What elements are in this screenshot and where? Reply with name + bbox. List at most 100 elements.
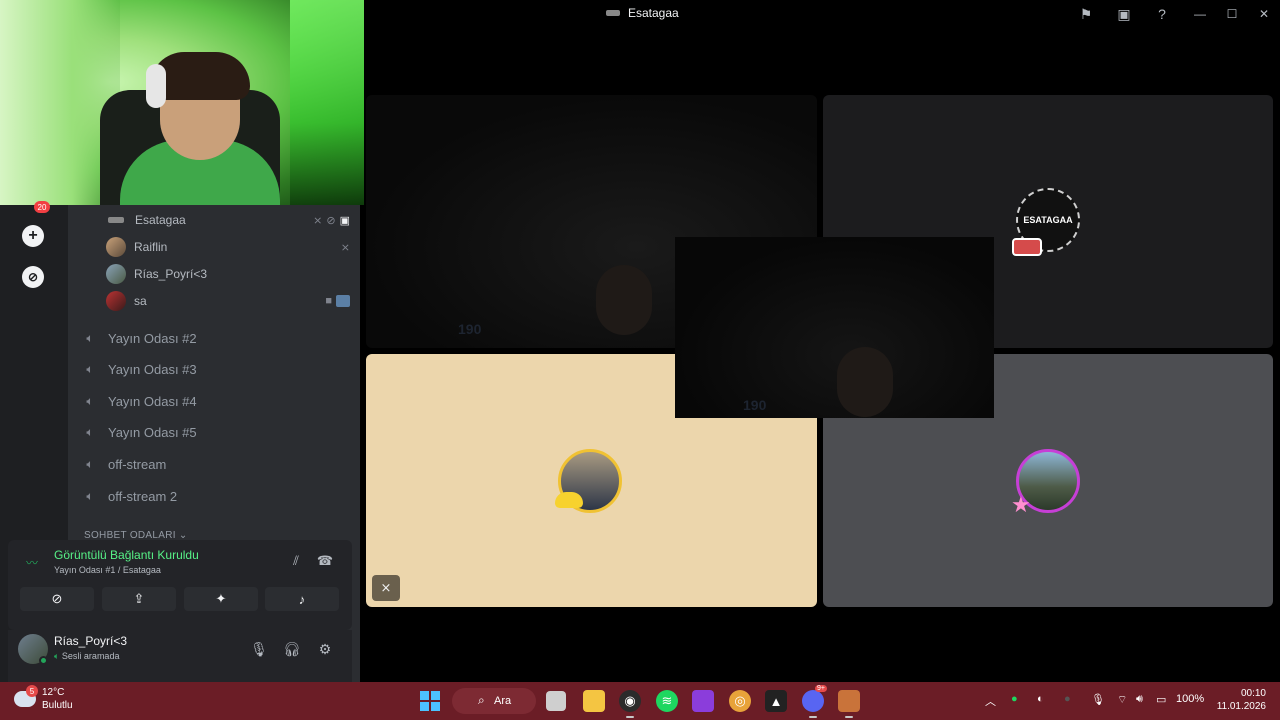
clock-date: 11.01.2026 — [1216, 701, 1266, 712]
speaker-icon: 🔈︎ — [86, 456, 94, 471]
avatar — [106, 291, 126, 311]
window-title: Esatagaa — [606, 6, 679, 20]
disconnect-icon[interactable]: ☎ — [315, 553, 335, 569]
search-box[interactable]: ⌕ Ara — [452, 688, 536, 714]
speaker-icon: 🔈︎ — [86, 424, 94, 439]
active-indicator — [626, 716, 634, 718]
speaker-icon: 🔈︎ — [86, 361, 94, 376]
stream-video — [596, 265, 652, 335]
battery-percent: 100% — [1176, 693, 1205, 705]
weather-desc: Bulutlu — [42, 700, 73, 711]
maximize-button[interactable]: ☐ — [1216, 0, 1248, 28]
stream-video — [837, 347, 893, 417]
clock-time: 00:10 — [1240, 688, 1266, 699]
channel-yayin-odasi-4[interactable]: 🔈︎ Yayın Odası #4 — [82, 387, 352, 415]
flag-icon[interactable]: ⚑ — [1076, 4, 1096, 24]
activities-button[interactable]: ✦ — [184, 587, 258, 611]
connection-location[interactable]: Yayın Odası #1 / Esatagaa — [54, 565, 161, 575]
voice-user-esatagaa[interactable]: Esatagaa ⨯ ⊘ ▣ — [106, 209, 350, 231]
active-indicator — [809, 716, 817, 718]
screen-share-button[interactable]: ⇪ — [102, 587, 176, 611]
banana-decoration-icon — [555, 492, 583, 508]
wifi-icon[interactable]: ⌔ — [1117, 693, 1127, 707]
channel-name: Yayın Odası #5 — [108, 424, 197, 440]
discord-window: Esatagaa ⚑ ▣ ? — ☐ ✕ 20 + ⊘ Esatagaa ⨯ ⊘ — [0, 0, 1280, 682]
channel-name: Yayın Odası #2 — [108, 330, 197, 346]
avatar — [106, 237, 126, 257]
stream-overlay-text: 190 — [458, 321, 482, 337]
avatar — [106, 264, 126, 284]
clock[interactable]: 00:10 11.01.2026 — [1217, 687, 1266, 713]
sidebar: 20 + ⊘ Esatagaa ⨯ ⊘ ▣ Raiflin ⨯ Rías_Poy… — [0, 201, 360, 682]
game-app-icon[interactable] — [838, 690, 860, 712]
avatar: ESATAGAA — [1012, 188, 1080, 256]
epic-games-icon[interactable]: ▲ — [765, 690, 787, 712]
channel-yayin-odasi-3[interactable]: 🔈︎ Yayın Odası #3 — [82, 355, 352, 383]
volume-icon[interactable]: 🔊︎ — [1136, 693, 1143, 706]
channel-off-stream-2[interactable]: 🔈︎ off-stream 2 — [82, 482, 352, 510]
obs-icon[interactable]: ◉ — [619, 690, 641, 712]
webcam-overlay — [0, 0, 364, 205]
window-title-text: Esatagaa — [628, 6, 679, 20]
avatar: ★ — [1011, 449, 1080, 517]
inbox-icon[interactable]: ▣ — [1114, 4, 1134, 24]
picture-in-picture-stream[interactable]: 190 — [675, 237, 994, 418]
close-button[interactable]: ✕ — [1248, 0, 1280, 28]
voice-user-name: Rías_Poyrí<3 — [134, 267, 208, 281]
windows-icon — [420, 691, 440, 711]
voice-user-name: Raiflin — [134, 240, 168, 254]
steam-tray-icon[interactable]: ◐ — [1037, 693, 1044, 705]
microphone-icon[interactable]: 🎙︎ — [248, 638, 270, 660]
voice-user-sa[interactable]: sa ■ — [106, 290, 350, 312]
speaker-icon: 🔈︎ — [86, 393, 94, 408]
help-icon[interactable]: ? — [1152, 4, 1172, 24]
active-indicator — [845, 716, 853, 718]
minimize-button[interactable]: — — [1184, 0, 1216, 28]
spotify-icon[interactable]: ≋ — [656, 690, 678, 712]
file-explorer-icon[interactable] — [583, 690, 605, 712]
microphone-tray-icon[interactable]: 🎙︎ — [1091, 693, 1105, 706]
avatar — [555, 449, 622, 513]
voice-status-icon: 🔈︎ — [54, 651, 60, 661]
settings-gear-icon[interactable]: ⚙ — [314, 638, 336, 660]
discord-icon[interactable]: 9+ — [802, 685, 827, 712]
channel-name: Yayın Odası #3 — [108, 361, 197, 377]
channel-yayin-odasi-5[interactable]: 🔈︎ Yayın Odası #5 — [82, 418, 352, 446]
user-name[interactable]: Rías_Poyrí<3 — [54, 634, 127, 648]
spotify-tray-icon[interactable]: ● — [1011, 693, 1018, 705]
soundboard-button[interactable]: ♪ — [265, 587, 339, 611]
voice-user-name: Esatagaa — [135, 213, 186, 227]
voice-user-name: sa — [134, 294, 147, 308]
explore-servers-button[interactable]: ⊘ — [22, 266, 44, 288]
star-decoration-icon: ★ — [1011, 492, 1031, 517]
noise-suppression-icon[interactable]: ⫽ — [286, 553, 306, 569]
speaker-icon: 🔈︎ — [86, 488, 94, 503]
headphones-icon[interactable]: 🎧︎ — [281, 638, 303, 660]
connection-status[interactable]: Görüntülü Bağlantı Kuruldu — [54, 548, 199, 562]
deafen-icon: ⊘ — [326, 214, 336, 227]
mute-icon: ⨯ — [372, 575, 400, 601]
avatar-text: ESATAGAA — [1023, 215, 1073, 225]
voice-user-raiflin[interactable]: Raiflin ⨯ — [106, 236, 350, 258]
camera-toggle-button[interactable]: ⊘ — [20, 587, 94, 611]
channel-yayin-odasi-2[interactable]: 🔈︎ Yayın Odası #2 — [82, 324, 352, 352]
chevron-up-icon[interactable]: ︿ — [985, 693, 996, 709]
discord-badge: 9+ — [815, 685, 827, 692]
task-view-icon[interactable] — [546, 691, 566, 711]
server-logo-icon — [606, 10, 620, 16]
stream-logo-icon — [108, 217, 124, 223]
add-server-button[interactable]: + — [22, 225, 44, 247]
voice-user-rias[interactable]: Rías_Poyrí<3 — [106, 263, 350, 285]
weather-widget[interactable]: 5 12°C Bulutlu — [14, 685, 73, 712]
channel-name: off-stream 2 — [108, 488, 178, 504]
tray-app-icon[interactable]: ● — [1064, 693, 1071, 705]
online-status-icon — [39, 656, 48, 665]
start-button[interactable] — [419, 690, 441, 712]
channel-off-stream[interactable]: 🔈︎ off-stream — [82, 450, 352, 478]
media-app-icon[interactable] — [692, 690, 714, 712]
search-icon: ⌕ — [478, 693, 485, 707]
chrome-icon[interactable]: ◎ — [729, 690, 751, 712]
search-label: Ara — [494, 695, 512, 707]
signal-icon: 〰 — [26, 556, 39, 570]
battery-icon[interactable]: ▭ — [1156, 693, 1166, 706]
